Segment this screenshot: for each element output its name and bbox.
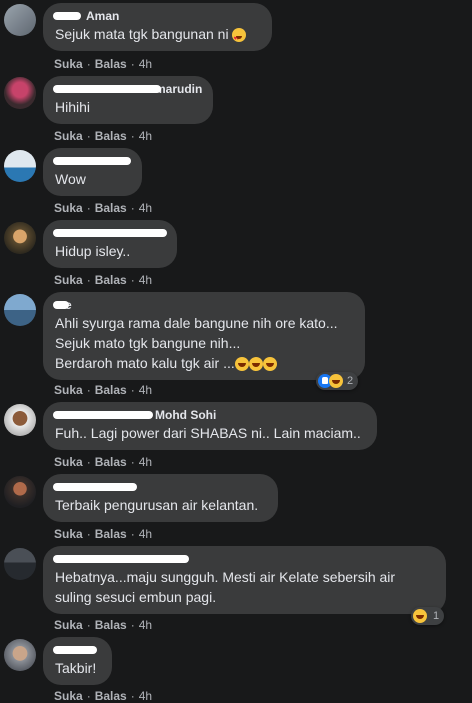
laugh-reaction-icon	[413, 609, 427, 623]
comment-text-line: Sejuk mato tgk bangune nih...	[55, 335, 241, 351]
reply-button[interactable]: Balas	[95, 689, 127, 703]
comment-bubble: e Ahli syurga rama dale bangune nih ore …	[43, 292, 365, 380]
reply-button[interactable]: Balas	[95, 129, 127, 143]
comment-text-line: Ahli syurga rama dale bangune nih ore ka…	[55, 315, 338, 331]
commenter-name[interactable]: Mohd Sohi	[53, 408, 365, 423]
comment-bubble: Terbaik pengurusan air kelantan.	[43, 474, 278, 522]
timestamp[interactable]: 4h	[139, 618, 152, 632]
timestamp[interactable]: 4h	[139, 201, 152, 215]
avatar[interactable]	[4, 404, 36, 436]
rofl-emoji-icon	[248, 357, 263, 372]
comment-bubble: Hebatnya...maju sungguh. Mesti air Kelat…	[43, 546, 446, 614]
comment-bubble: Mohd Sohi Fuh.. Lagi power dari SHABAS n…	[43, 402, 377, 450]
comment-text: Hihihi	[55, 99, 91, 115]
commenter-name[interactable]	[53, 154, 131, 169]
comment-bubble: Hidup isley..	[43, 220, 177, 268]
redaction-mark	[53, 483, 137, 491]
like-button[interactable]: Suka	[54, 57, 83, 71]
reply-button[interactable]: Balas	[95, 383, 127, 397]
redaction-mark	[53, 301, 69, 309]
reaction-count: 1	[433, 610, 440, 622]
reply-button[interactable]: Balas	[95, 57, 127, 71]
laugh-reaction-icon	[329, 374, 343, 388]
avatar[interactable]	[4, 150, 36, 182]
commenter-name[interactable]: marudin	[53, 82, 202, 97]
comment-text: Terbaik pengurusan air kelantan.	[55, 497, 259, 513]
like-button[interactable]: Suka	[54, 527, 83, 541]
comment-actions: Suka · Balas · 4h	[54, 273, 153, 287]
timestamp[interactable]: 4h	[139, 527, 152, 541]
comment-actions: Suka · Balas · 4h	[54, 455, 153, 469]
redaction-mark	[53, 555, 189, 563]
commenter-name[interactable]	[53, 480, 266, 495]
reaction-count: 2	[347, 375, 354, 387]
reply-button[interactable]: Balas	[95, 273, 127, 287]
timestamp[interactable]: 4h	[139, 383, 152, 397]
heart-eyes-emoji-icon	[232, 28, 247, 49]
like-button[interactable]: Suka	[54, 273, 83, 287]
avatar[interactable]	[4, 222, 36, 254]
comment-actions: Suka · Balas · 4h	[54, 689, 153, 703]
comment-actions: Suka · Balas · 4h	[54, 201, 153, 215]
comment-text-line: suling sesuci embun pagi.	[55, 589, 217, 605]
reply-button[interactable]: Balas	[95, 201, 127, 215]
comment-bubble: Wow	[43, 148, 142, 196]
comment-actions: Suka · Balas · 4h	[54, 129, 153, 143]
comment-bubble: marudin Hihihi	[43, 76, 213, 124]
avatar[interactable]	[4, 476, 36, 508]
avatar[interactable]	[4, 639, 36, 671]
comment-actions: Suka · Balas · 4h	[54, 383, 153, 397]
like-button[interactable]: Suka	[54, 455, 83, 469]
like-button[interactable]: Suka	[54, 618, 83, 632]
reply-button[interactable]: Balas	[95, 527, 127, 541]
redaction-mark	[53, 229, 167, 237]
reply-button[interactable]: Balas	[95, 618, 127, 632]
commenter-name[interactable]: Aman	[53, 9, 260, 24]
redaction-mark	[53, 85, 161, 93]
timestamp[interactable]: 4h	[139, 273, 152, 287]
comment-text-line: Hebatnya...maju sungguh. Mesti air Kelat…	[55, 569, 396, 585]
avatar[interactable]	[4, 4, 36, 36]
reaction-summary[interactable]: 2	[316, 372, 359, 390]
avatar[interactable]	[4, 548, 36, 580]
comment-actions: Suka · Balas · 4h	[54, 527, 153, 541]
redaction-mark	[53, 646, 97, 654]
reply-button[interactable]: Balas	[95, 455, 127, 469]
rofl-emoji-icon	[234, 357, 249, 372]
commenter-name[interactable]: e	[53, 298, 353, 313]
redaction-mark	[53, 12, 81, 20]
avatar[interactable]	[4, 77, 36, 109]
redaction-mark	[53, 157, 131, 165]
like-button[interactable]: Suka	[54, 129, 83, 143]
comment-bubble: Aman Sejuk mata tgk bangunan ni	[43, 3, 272, 51]
redaction-mark	[53, 411, 153, 419]
rofl-emoji-icon	[262, 357, 277, 372]
timestamp[interactable]: 4h	[139, 455, 152, 469]
timestamp[interactable]: 4h	[139, 57, 152, 71]
timestamp[interactable]: 4h	[139, 689, 152, 703]
avatar[interactable]	[4, 294, 36, 326]
reaction-summary[interactable]: 1	[411, 607, 445, 625]
comment-text: Wow	[55, 171, 86, 187]
comment-text-line: Berdaroh mato kalu tgk air ...	[55, 353, 353, 373]
like-button[interactable]: Suka	[54, 201, 83, 215]
comment-text: Takbir!	[55, 660, 97, 676]
commenter-name[interactable]	[53, 643, 100, 658]
comment-actions: Suka · Balas · 4h	[54, 57, 153, 71]
comment-text: Fuh.. Lagi power dari SHABAS ni.. Lain m…	[55, 425, 361, 441]
comment-bubble: Takbir!	[43, 637, 112, 685]
like-button[interactable]: Suka	[54, 689, 83, 703]
comment-text: Sejuk mata tgk bangunan ni	[55, 24, 260, 49]
comment-text: Hidup isley..	[55, 243, 131, 259]
commenter-name[interactable]	[53, 552, 434, 567]
commenter-name[interactable]	[53, 226, 167, 241]
comment-actions: Suka · Balas · 4h	[54, 618, 153, 632]
like-button[interactable]: Suka	[54, 383, 83, 397]
timestamp[interactable]: 4h	[139, 129, 152, 143]
